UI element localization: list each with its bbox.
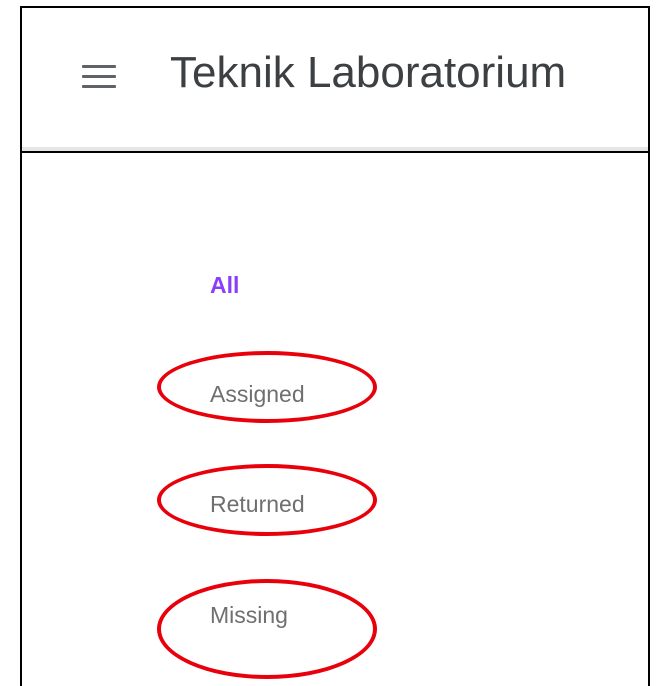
app-frame: Teknik Laboratorium All Assigned Returne… xyxy=(20,6,650,686)
filter-returned[interactable]: Returned xyxy=(210,491,305,518)
filter-missing[interactable]: Missing xyxy=(210,602,288,629)
filter-assigned[interactable]: Assigned xyxy=(210,381,305,408)
filter-list: All Assigned Returned Missing xyxy=(22,8,648,686)
filter-all[interactable]: All xyxy=(210,272,239,299)
